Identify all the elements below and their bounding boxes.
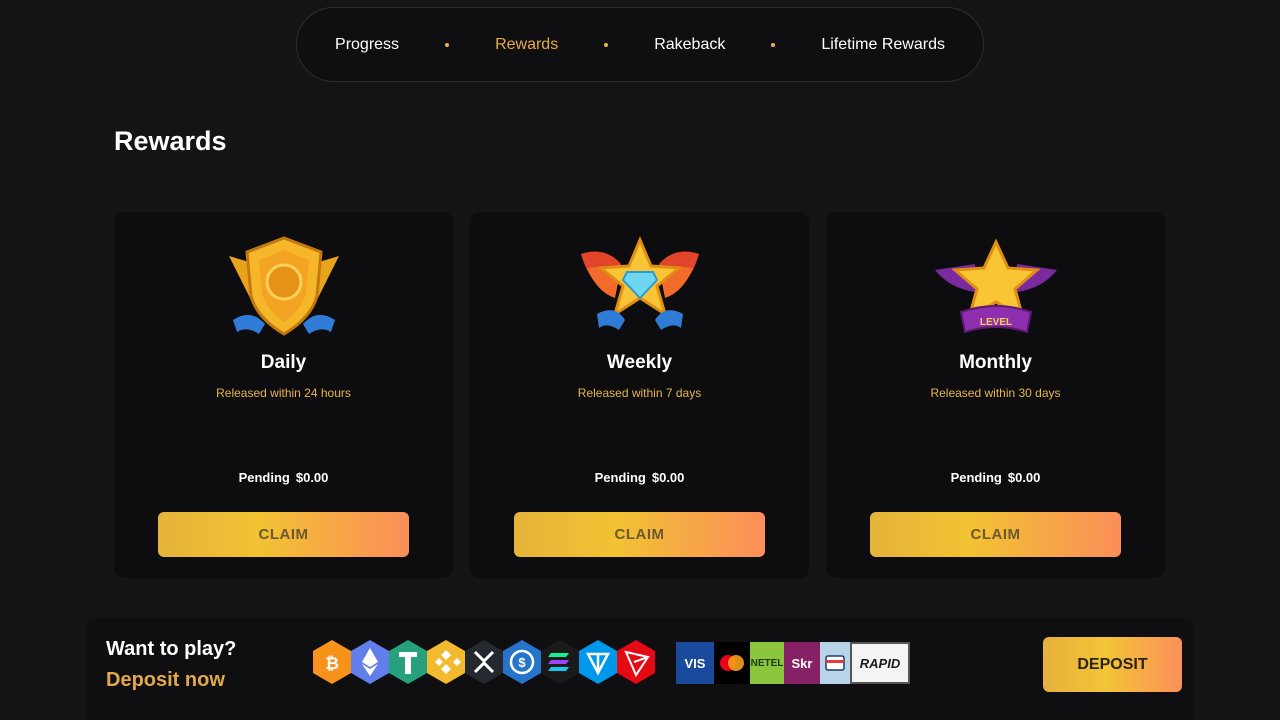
card-title: Monthly [959, 352, 1032, 373]
level-badge-text: LEVEL [979, 317, 1011, 328]
nav-tab-rewards[interactable]: Rewards [495, 36, 558, 54]
card-subtitle: Released within 24 hours [216, 386, 351, 400]
nav-tab-rakeback[interactable]: Rakeback [654, 36, 725, 54]
level-star-badge-icon: LEVEL [934, 238, 1057, 334]
deposit-button[interactable]: DEPOSIT [1043, 637, 1182, 692]
rapid-transfer-logo-icon: RAPID [850, 642, 910, 684]
pending-value: $0.00 [1007, 470, 1041, 485]
reward-card-monthly: LEVEL Monthly Released within 30 days Pe… [826, 212, 1165, 578]
claim-daily-button[interactable]: CLAIM [158, 512, 409, 557]
card-subtitle: Released within 30 days [930, 386, 1061, 400]
pending-value: $0.00 [295, 470, 329, 485]
payment-methods-row: VIS NETEL Skr RAPID [676, 642, 910, 684]
reward-card-weekly: Weekly Released within 7 days Pending $0.… [470, 212, 809, 578]
rewards-nav: Progress Rewards Rakeback Lifetime Rewar… [296, 7, 984, 82]
nav-separator-dot [771, 42, 776, 47]
card-title: Weekly [606, 352, 673, 373]
reward-card-daily: Daily Released within 24 hours Pending $0… [114, 212, 453, 578]
pending-label: Pending [950, 470, 1002, 485]
tron-icon [617, 640, 655, 684]
pending-label: Pending [238, 470, 290, 485]
nav-separator-dot [604, 42, 609, 47]
footer-heading: Want to play? [106, 638, 237, 660]
nav-tab-lifetime-rewards[interactable]: Lifetime Rewards [821, 36, 945, 54]
page-title: Rewards [114, 126, 227, 156]
claim-monthly-button[interactable]: CLAIM [870, 512, 1121, 557]
winged-star-diamond-badge-icon [580, 236, 699, 330]
nav-separator-dot [445, 42, 450, 47]
mastercard-logo-icon [714, 642, 750, 684]
pending-amount: Pending $0.00 [239, 470, 329, 485]
card-subtitle: Released within 7 days [577, 386, 702, 400]
pending-amount: Pending $0.00 [595, 470, 685, 485]
pending-amount: Pending $0.00 [951, 470, 1041, 485]
claim-weekly-button[interactable]: CLAIM [514, 512, 765, 557]
pending-label: Pending [594, 470, 646, 485]
crypto-coins-row: ₿ $ [310, 638, 655, 686]
skrill-logo-icon: Skr [784, 642, 820, 684]
nav-tab-progress[interactable]: Progress [335, 36, 399, 54]
gold-shield-badge-icon [228, 236, 339, 336]
paysafecard-logo-icon [820, 642, 850, 684]
deposit-now-link[interactable]: Deposit now [106, 669, 225, 692]
visa-logo-icon: VIS [676, 642, 714, 684]
svg-text:₿: ₿ [325, 654, 339, 673]
neteller-logo-icon: NETEL [750, 642, 784, 684]
svg-text:$: $ [518, 655, 526, 670]
pending-value: $0.00 [651, 470, 685, 485]
deposit-footer: Want to play? Deposit now ₿ $ VIS NETEL … [86, 618, 1194, 720]
card-title: Daily [260, 352, 307, 373]
